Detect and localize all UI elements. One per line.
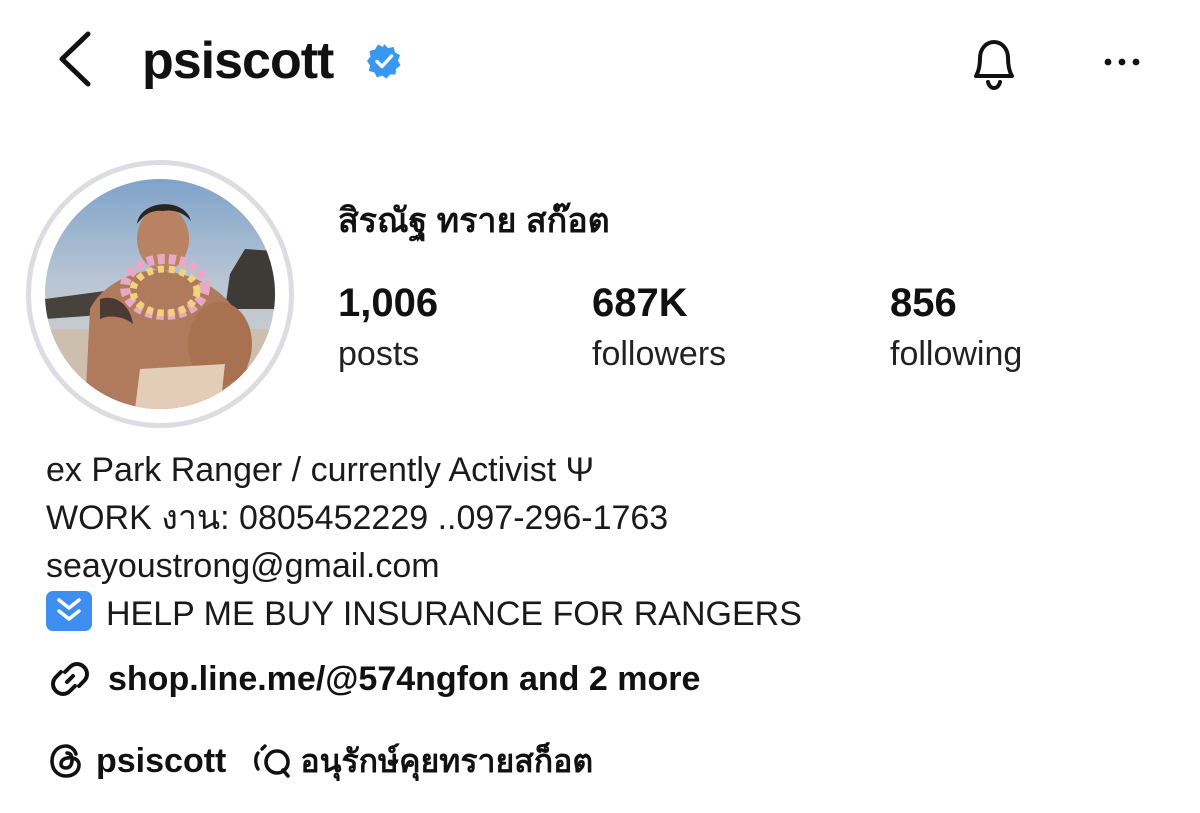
note-bubble-icon xyxy=(254,744,291,778)
bio-line: WORK งาน: 0805452229 ..097-296-1763 xyxy=(46,499,669,537)
threads-badge[interactable]: psiscott xyxy=(46,741,226,781)
following-label: following xyxy=(890,335,1023,373)
profile-bio: ex Park Ranger / currently Activist Ψ WO… xyxy=(46,446,802,638)
threads-handle: psiscott xyxy=(96,741,227,780)
profile-avatar[interactable] xyxy=(26,160,294,428)
posts-label: posts xyxy=(338,335,420,373)
verified-badge-icon xyxy=(367,44,401,79)
note-text: อนุรักษ์คุยทรายสก็อต xyxy=(300,742,594,779)
following-count: 856 xyxy=(890,281,957,325)
note-badge[interactable]: อนุรักษ์คุยทรายสก็อต xyxy=(252,736,593,787)
bell-icon xyxy=(974,40,1014,91)
profile-username: psiscott xyxy=(142,32,334,90)
profile-badges-row: psiscott อนุรักษ์คุยทรายสก็อต xyxy=(46,736,593,786)
more-options-button[interactable] xyxy=(1094,44,1150,80)
down-arrow-emoji-icon xyxy=(46,591,92,631)
chevron-left-icon xyxy=(59,31,91,87)
stat-following[interactable]: 856 following xyxy=(890,280,1022,376)
posts-count: 1,006 xyxy=(338,281,439,325)
stat-followers[interactable]: 687K followers xyxy=(592,280,726,376)
followers-count: 687K xyxy=(592,281,688,325)
back-button[interactable] xyxy=(50,28,100,90)
profile-full-name: สิรณัฐ ทราย สก๊อต xyxy=(338,202,610,240)
avatar-photo xyxy=(45,179,275,409)
followers-label: followers xyxy=(592,335,727,373)
more-dots-icon xyxy=(1104,58,1140,66)
bio-email: seayoustrong@gmail.com xyxy=(46,547,440,585)
stat-posts[interactable]: 1,006 posts xyxy=(338,280,438,376)
threads-icon xyxy=(50,744,81,778)
bio-line: HELP ME BUY INSURANCE FOR RANGERS xyxy=(46,590,802,638)
notifications-button[interactable] xyxy=(962,30,1026,94)
profile-link-text: shop.line.me/@574ngfon and 2 more xyxy=(108,659,701,698)
bio-line: ex Park Ranger / currently Activist Ψ xyxy=(46,451,595,489)
bio-line-text: HELP ME BUY INSURANCE FOR RANGERS xyxy=(106,595,802,633)
link-icon xyxy=(51,662,89,696)
profile-link[interactable]: shop.line.me/@574ngfon and 2 more xyxy=(46,654,700,704)
